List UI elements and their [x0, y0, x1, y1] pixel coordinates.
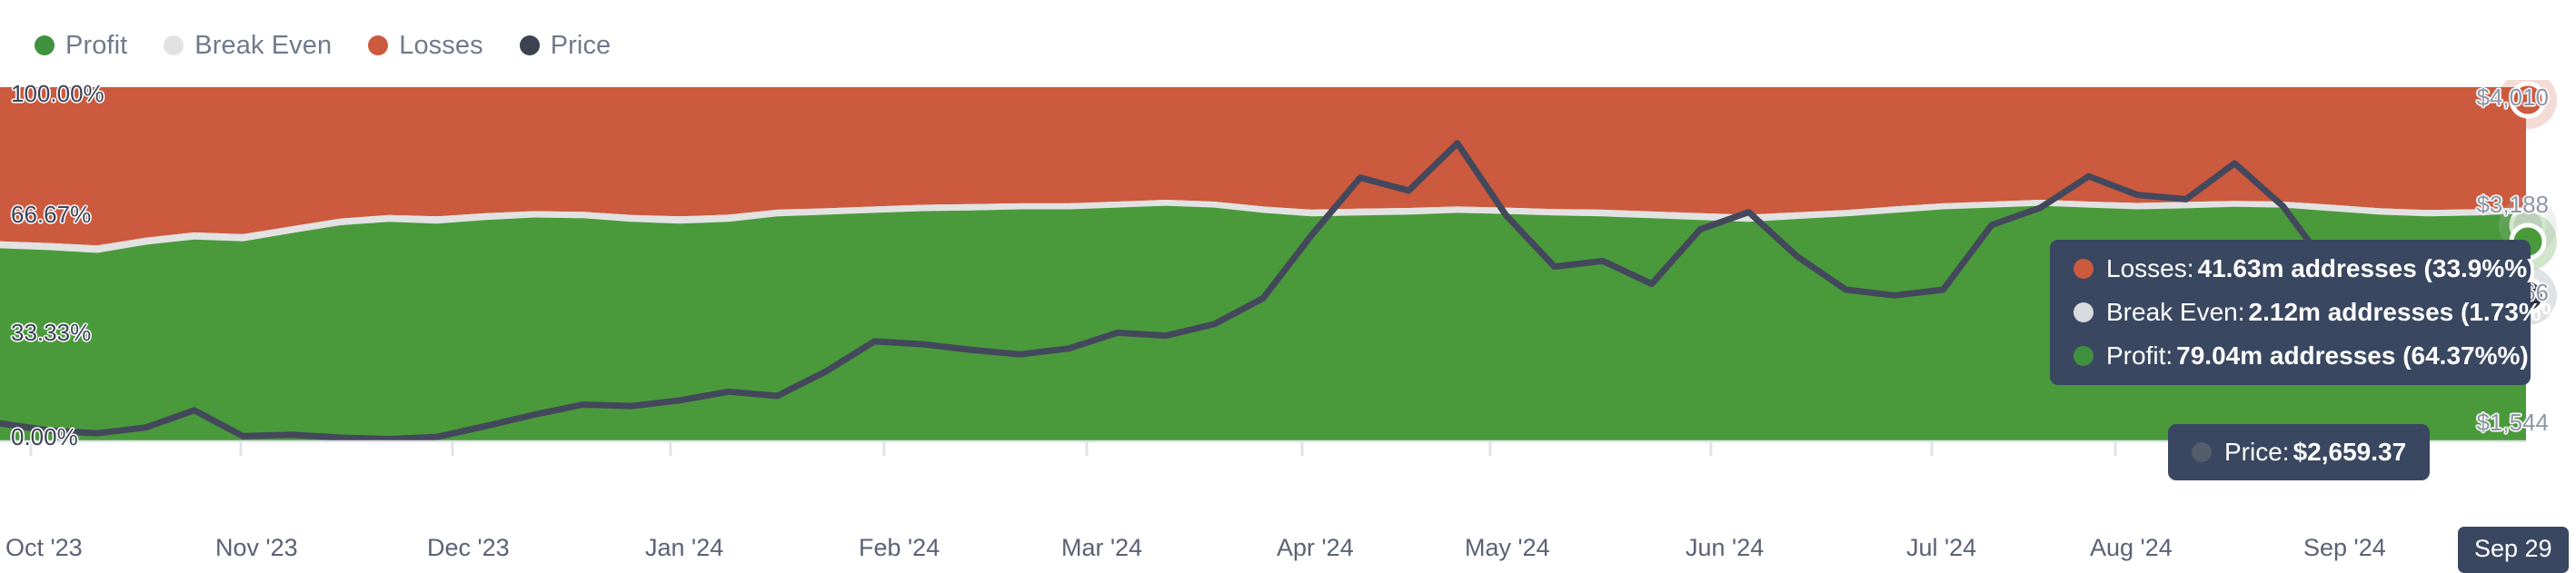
tooltip-row-profit: Profit : 79.04m addresses (64.37%%)	[2074, 341, 2529, 370]
x-axis-tick-6: Apr '24	[1277, 534, 1354, 561]
tooltip-dot-losses-icon	[2074, 259, 2094, 279]
y-axis-left-tick-0: 100.00%	[11, 80, 104, 107]
x-axis-tick-3: Jan '24	[645, 534, 724, 561]
x-axis-tick-10: Aug '24	[2090, 534, 2173, 561]
tooltip-dot-break-even-icon	[2074, 302, 2094, 322]
y-axis-right-tick-3: $1,544	[2476, 409, 2549, 436]
legend-item-break-even[interactable]: Break Even	[164, 31, 332, 61]
chart-widget: Profit Break Even Losses Price 100.00% 6…	[0, 0, 2576, 573]
tooltip-value-profit: 79.04m addresses (64.37%%)	[2176, 341, 2529, 370]
y-axis-left-tick-3: 0.00%	[11, 423, 78, 450]
x-axis-tick-7: May '24	[1465, 534, 1550, 561]
x-axis-tick-8: Jun '24	[1686, 534, 1765, 561]
tooltip-value-losses: 41.63m addresses (33.9%%)	[2197, 254, 2536, 282]
x-axis-tick-11: Sep '24	[2303, 534, 2386, 561]
legend-item-profit[interactable]: Profit	[35, 31, 127, 61]
tooltip-separator-price: :	[2282, 438, 2290, 466]
legend-label-losses: Losses	[399, 30, 483, 60]
x-axis-tick-5: Mar '24	[1061, 534, 1143, 561]
tooltip-dot-profit-icon	[2074, 346, 2094, 366]
legend-dot-profit-icon	[35, 35, 55, 55]
y-axis-left-tick-1: 66.67%	[11, 201, 92, 228]
legend-dot-price-icon	[519, 35, 540, 55]
x-axis-tick-2: Dec '23	[427, 534, 510, 561]
x-axis-ticks	[29, 441, 2331, 456]
x-axis-tick-0: Oct '23	[5, 534, 83, 561]
chart-plot-area[interactable]: 100.00% 66.67% 33.33% 0.00% $4,010 $3,18…	[0, 80, 2576, 573]
tooltip-dot-price-icon	[2192, 442, 2212, 462]
legend-dot-break-even-icon	[164, 35, 184, 55]
x-axis-tick-1: Nov '23	[215, 534, 298, 561]
legend-dot-losses-icon	[368, 35, 389, 55]
y-axis-left-tick-2: 33.33%	[11, 319, 92, 346]
y-axis-right-tick-0: $4,010	[2476, 84, 2549, 111]
legend-item-losses[interactable]: Losses	[368, 31, 483, 61]
tooltip-row-break-even: Break Even : 2.12m addresses (1.73%%)	[2074, 298, 2572, 327]
chart-tooltip-series: Losses : 41.63m addresses (33.9%%) Break…	[2050, 240, 2572, 385]
tooltip-label-losses: Losses	[2106, 254, 2187, 282]
chart-tooltip-price: Price : $2,659.37	[2168, 424, 2431, 480]
tooltip-label-price: Price	[2224, 438, 2283, 466]
x-axis-tick-4: Feb '24	[859, 534, 940, 561]
legend-label-price: Price	[550, 30, 612, 60]
chart-legend: Profit Break Even Losses Price	[35, 27, 611, 64]
x-axis-cursor-badge: Sep 29	[2458, 527, 2569, 573]
y-axis-right-tick-1: $3,188	[2476, 191, 2549, 218]
tooltip-label-profit: Profit	[2106, 341, 2166, 370]
tooltip-separator-losses: :	[2186, 254, 2194, 282]
tooltip-label-break-even: Break Even	[2106, 298, 2238, 326]
tooltip-row-price: Price : $2,659.37	[2192, 438, 2406, 467]
tooltip-separator-profit: :	[2165, 341, 2173, 370]
tooltip-separator-break-even: :	[2237, 298, 2245, 326]
x-axis-tick-9: Jul '24	[1906, 534, 1977, 561]
tooltip-row-losses: Losses : 41.63m addresses (33.9%%)	[2074, 254, 2536, 283]
legend-label-break-even: Break Even	[194, 30, 333, 60]
tooltip-value-price: $2,659.37	[2293, 438, 2407, 466]
tooltip-value-break-even: 2.12m addresses (1.73%%)	[2248, 298, 2572, 326]
legend-item-price[interactable]: Price	[519, 30, 612, 61]
legend-label-profit: Profit	[65, 30, 128, 60]
